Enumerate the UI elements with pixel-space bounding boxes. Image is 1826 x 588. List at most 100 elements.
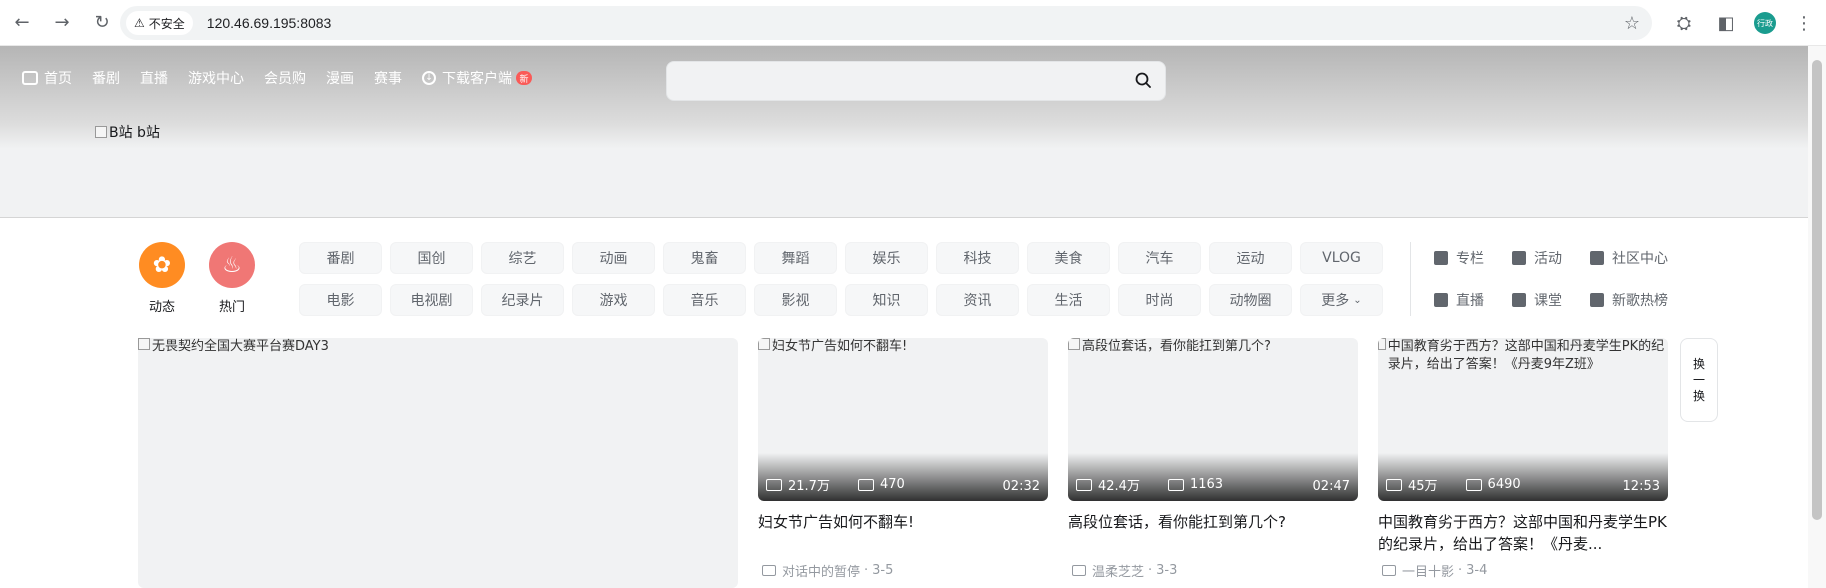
dynamic-button[interactable]: ✿ bbox=[139, 242, 185, 288]
logo[interactable]: B站 b站 bbox=[95, 122, 160, 142]
broken-image-icon bbox=[1378, 338, 1386, 350]
link-activity[interactable]: 活动 bbox=[1512, 242, 1590, 274]
tag-food[interactable]: 美食 bbox=[1027, 242, 1110, 274]
video-meta[interactable]: 对话中的暂停 · 3-5 bbox=[758, 561, 1048, 580]
nav-download-client[interactable]: ↓ 下载客户端 新 bbox=[422, 68, 532, 88]
thumbnail-image: 妇女节广告如何不翻车! bbox=[758, 338, 1048, 356]
tag-bangumi[interactable]: 番剧 bbox=[299, 242, 382, 274]
danmaku-icon bbox=[857, 478, 874, 491]
nav-label: 漫画 bbox=[326, 71, 354, 87]
danmaku-icon bbox=[1167, 478, 1184, 491]
nav-label: 赛事 bbox=[374, 71, 402, 87]
url-text[interactable]: 120.46.69.195:8083 bbox=[207, 15, 332, 31]
tag-fashion[interactable]: 时尚 bbox=[1118, 284, 1201, 316]
hero-carousel[interactable]: 无畏契约全国大赛平台赛DAY3 bbox=[138, 338, 738, 588]
reload-icon[interactable]: ↻ bbox=[88, 9, 116, 37]
back-icon[interactable]: ← bbox=[8, 9, 36, 37]
link-label: 社区中心 bbox=[1612, 251, 1668, 267]
video-meta[interactable]: 温柔芝芝 · 3-3 bbox=[1068, 561, 1358, 580]
refresh-button[interactable]: 换 一 换 bbox=[1680, 338, 1718, 422]
hot-button[interactable]: ♨ bbox=[209, 242, 255, 288]
nav-game-center[interactable]: 游戏中心 bbox=[188, 68, 244, 88]
search-icon[interactable] bbox=[1135, 72, 1151, 88]
link-label: 课堂 bbox=[1534, 293, 1562, 309]
view-count: 21.7万 bbox=[766, 475, 830, 494]
nav-label: 会员购 bbox=[264, 71, 306, 87]
video-title[interactable]: 高段位套话，看你能扛到第几个? bbox=[1068, 511, 1358, 555]
refresh-label-bottom: 换 bbox=[1692, 389, 1705, 403]
link-classroom[interactable]: 课堂 bbox=[1512, 284, 1590, 316]
tag-sports[interactable]: 运动 bbox=[1209, 242, 1292, 274]
tv-icon bbox=[22, 71, 38, 85]
scrollbar-thumb[interactable] bbox=[1812, 60, 1822, 520]
tag-animation[interactable]: 动画 bbox=[572, 242, 655, 274]
nav-home[interactable]: 首页 bbox=[22, 68, 72, 88]
tag-game[interactable]: 游戏 bbox=[572, 284, 655, 316]
address-bar[interactable]: ⚠ 不安全 120.46.69.195:8083 ☆ bbox=[120, 6, 1652, 40]
nav-bangumi[interactable]: 番剧 bbox=[92, 68, 120, 88]
thumbnail-alt-text: 妇女节广告如何不翻车! bbox=[772, 339, 908, 354]
thumbnail-image: 中国教育劣于西方？这部中国和丹麦学生PK的纪录片，给出了答案！《丹麦9年Z班》 bbox=[1378, 338, 1668, 374]
nav-member-shop[interactable]: 会员购 bbox=[264, 68, 306, 88]
video-thumbnail[interactable]: 妇女节广告如何不翻车! 21.7万 470 02:32 bbox=[758, 338, 1048, 501]
tag-film[interactable]: 影视 bbox=[754, 284, 837, 316]
forward-icon[interactable]: → bbox=[48, 9, 76, 37]
hot-label: 热门 bbox=[218, 300, 245, 315]
bookmark-star-icon[interactable]: ☆ bbox=[1624, 13, 1640, 34]
video-card[interactable]: 中国教育劣于西方？这部中国和丹麦学生PK的纪录片，给出了答案！《丹麦9年Z班》 … bbox=[1378, 338, 1668, 580]
link-live[interactable]: 直播 bbox=[1434, 284, 1512, 316]
menu-kebab-icon[interactable]: ⋮ bbox=[1790, 9, 1818, 37]
tag-music[interactable]: 音乐 bbox=[663, 284, 746, 316]
tag-documentary[interactable]: 纪录片 bbox=[481, 284, 564, 316]
video-card[interactable]: 妇女节广告如何不翻车! 21.7万 470 02:32 妇女节广告如何不翻车! … bbox=[758, 338, 1048, 580]
download-label: 下载客户端 bbox=[442, 71, 512, 87]
nav-match[interactable]: 赛事 bbox=[374, 68, 402, 88]
video-title[interactable]: 妇女节广告如何不翻车! bbox=[758, 511, 1048, 555]
tag-vlog[interactable]: VLOG bbox=[1300, 242, 1383, 274]
nav-label: 首页 bbox=[44, 71, 72, 87]
tag-life[interactable]: 生活 bbox=[1027, 284, 1110, 316]
tag-news[interactable]: 资讯 bbox=[936, 284, 1019, 316]
link-community[interactable]: 社区中心 bbox=[1590, 242, 1700, 274]
link-new-songs[interactable]: 新歌热榜 bbox=[1590, 284, 1700, 316]
nav-manga[interactable]: 漫画 bbox=[326, 68, 354, 88]
tag-movie[interactable]: 电影 bbox=[299, 284, 382, 316]
download-icon: ↓ bbox=[422, 71, 436, 85]
tag-variety[interactable]: 综艺 bbox=[481, 242, 564, 274]
link-label: 新歌热榜 bbox=[1612, 293, 1668, 309]
hero-image: 无畏契约全国大赛平台赛DAY3 bbox=[138, 338, 738, 356]
broken-image-icon bbox=[138, 338, 150, 350]
tag-tech[interactable]: 科技 bbox=[936, 242, 1019, 274]
tag-knowledge[interactable]: 知识 bbox=[845, 284, 928, 316]
video-meta[interactable]: 一目十影 · 3-4 bbox=[1378, 561, 1668, 580]
page-scrollbar[interactable] bbox=[1808, 46, 1826, 588]
video-thumbnail[interactable]: 中国教育劣于西方？这部中国和丹麦学生PK的纪录片，给出了答案！《丹麦9年Z班》 … bbox=[1378, 338, 1668, 501]
author-name: 一目十影 bbox=[1402, 565, 1455, 580]
uploader-icon bbox=[1072, 565, 1086, 576]
side-panel-icon[interactable]: ◧ bbox=[1712, 9, 1740, 37]
nav-label: 番剧 bbox=[92, 71, 120, 87]
search-bar[interactable] bbox=[666, 61, 1166, 101]
video-title[interactable]: 中国教育劣于西方？这部中国和丹麦学生PK的纪录片，给出了答案！《丹麦... bbox=[1378, 511, 1668, 555]
profile-avatar[interactable]: 行政 bbox=[1754, 12, 1776, 34]
channel-area: ✿ 动态 ♨ 热门 番剧 国创 综艺 动画 鬼畜 舞蹈 娱乐 科技 美食 汽车 … bbox=[0, 218, 1808, 318]
tag-more[interactable]: 更多 ⌄ bbox=[1300, 284, 1383, 316]
author-name: 对话中的暂停 bbox=[782, 565, 861, 580]
nav-label: 直播 bbox=[140, 71, 168, 87]
security-chip[interactable]: ⚠ 不安全 bbox=[126, 11, 193, 35]
tag-animals[interactable]: 动物圈 bbox=[1209, 284, 1292, 316]
meta-separator: · bbox=[1458, 563, 1463, 578]
extensions-icon[interactable]: ⛭ bbox=[1670, 9, 1698, 37]
video-thumbnail[interactable]: 高段位套话，看你能扛到第几个? 42.4万 1163 02:47 bbox=[1068, 338, 1358, 501]
tag-entertainment[interactable]: 娱乐 bbox=[845, 242, 928, 274]
tag-tv-series[interactable]: 电视剧 bbox=[390, 284, 473, 316]
tag-car[interactable]: 汽车 bbox=[1118, 242, 1201, 274]
nav-live[interactable]: 直播 bbox=[140, 68, 168, 88]
tag-dance[interactable]: 舞蹈 bbox=[754, 242, 837, 274]
tag-guochuang[interactable]: 国创 bbox=[390, 242, 473, 274]
video-card[interactable]: 高段位套话，看你能扛到第几个? 42.4万 1163 02:47 高段位套话，看… bbox=[1068, 338, 1358, 580]
link-column[interactable]: 专栏 bbox=[1434, 242, 1512, 274]
tag-kichiku[interactable]: 鬼畜 bbox=[663, 242, 746, 274]
danmaku-count: 1163 bbox=[1167, 475, 1223, 494]
thumbnail-image: 高段位套话，看你能扛到第几个? bbox=[1068, 338, 1358, 356]
